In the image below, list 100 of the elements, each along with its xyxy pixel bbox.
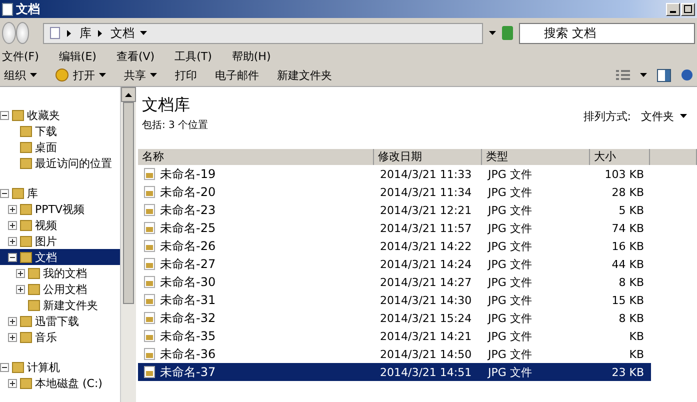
file-row[interactable]: 未命名-31 2014/3/21 14:30 JPG 文件 15 KB bbox=[138, 291, 651, 309]
menu-item[interactable]: 查看(V) bbox=[116, 48, 155, 64]
image-file-icon bbox=[144, 312, 155, 324]
tree-item[interactable]: 本地磁盘 (C:) bbox=[0, 375, 120, 391]
file-row[interactable]: 未命名-32 2014/3/21 15:24 JPG 文件 8 KB bbox=[138, 309, 651, 327]
tree-item[interactable]: 我的文档 bbox=[0, 265, 120, 281]
file-type: JPG 文件 bbox=[486, 238, 533, 254]
folder-icon bbox=[20, 204, 32, 214]
help-icon[interactable] bbox=[681, 69, 693, 81]
file-row[interactable]: 未命名-26 2014/3/21 14:22 JPG 文件 16 KB bbox=[138, 237, 651, 255]
collapse-icon[interactable] bbox=[0, 362, 9, 372]
dropdown-icon[interactable] bbox=[489, 30, 496, 36]
view-icon[interactable] bbox=[616, 70, 630, 80]
tree-item[interactable]: 公用文档 bbox=[0, 281, 120, 297]
toolbar-button[interactable]: 共享 bbox=[124, 68, 157, 82]
column-header[interactable]: 类型 bbox=[482, 149, 590, 165]
image-file-icon bbox=[144, 186, 155, 198]
expand-icon[interactable] bbox=[16, 284, 25, 294]
tree-item[interactable]: 库 bbox=[0, 185, 120, 201]
caret-icon bbox=[150, 72, 157, 78]
file-row[interactable]: 未命名-23 2014/3/21 12:21 JPG 文件 5 KB bbox=[138, 201, 651, 219]
address-bar[interactable]: 库 文档 bbox=[43, 22, 484, 44]
file-row[interactable]: 未命名-27 2014/3/21 14:24 JPG 文件 44 KB bbox=[138, 255, 651, 273]
file-row[interactable]: 未命名-19 2014/3/21 11:33 JPG 文件 103 KB bbox=[138, 165, 651, 183]
folder-icon bbox=[20, 252, 32, 262]
file-row[interactable]: 未命名-36 2014/3/21 14:50 JPG 文件 KB bbox=[138, 345, 651, 363]
file-row[interactable]: 未命名-20 2014/3/21 11:34 JPG 文件 28 KB bbox=[138, 183, 651, 201]
toolbar-button[interactable]: 新建文件夹 bbox=[277, 68, 332, 82]
collapse-icon[interactable] bbox=[0, 188, 9, 198]
file-row[interactable]: 未命名-37 2014/3/21 14:51 JPG 文件 23 KB bbox=[138, 363, 651, 381]
toolbar-button[interactable]: 打开 bbox=[55, 68, 106, 82]
tree-item[interactable]: 音乐 bbox=[0, 329, 120, 345]
file-row[interactable]: 未命名-35 2014/3/21 14:21 JPG 文件 KB bbox=[138, 327, 651, 345]
tree-item[interactable]: 桌面 bbox=[0, 139, 120, 155]
expand-icon[interactable] bbox=[8, 316, 17, 326]
tree-item[interactable]: 文档 bbox=[0, 249, 120, 265]
tree-item-label: 新建文件夹 bbox=[43, 298, 98, 312]
tree-item[interactable]: 新建文件夹 bbox=[0, 297, 120, 313]
file-size: 8 KB bbox=[618, 312, 645, 324]
file-size: 8 KB bbox=[618, 276, 645, 288]
tree-item[interactable]: 收藏夹 bbox=[0, 107, 120, 123]
back-button[interactable] bbox=[2, 22, 16, 44]
tree-item-label: 最近访问的位置 bbox=[35, 156, 112, 170]
file-name: 未命名-26 bbox=[160, 238, 216, 254]
forward-button[interactable] bbox=[16, 22, 30, 44]
maximize-button[interactable] bbox=[681, 2, 695, 16]
preview-pane-icon[interactable] bbox=[657, 68, 671, 82]
expand-icon[interactable] bbox=[8, 204, 17, 214]
menu-item[interactable]: 工具(T) bbox=[174, 48, 212, 64]
file-row[interactable]: 未命名-30 2014/3/21 14:27 JPG 文件 8 KB bbox=[138, 273, 651, 291]
collapse-icon[interactable] bbox=[0, 110, 9, 120]
file-date: 2014/3/21 14:50 bbox=[379, 348, 473, 360]
expand-icon[interactable] bbox=[8, 220, 17, 230]
tree-item[interactable]: 最近访问的位置 bbox=[0, 155, 120, 171]
tree-item[interactable]: 图片 bbox=[0, 233, 120, 249]
arrange-label: 排列方式: bbox=[583, 109, 631, 124]
file-type: JPG 文件 bbox=[486, 310, 533, 326]
column-header[interactable]: 大小 bbox=[590, 149, 650, 165]
tree-item[interactable]: 迅雷下载 bbox=[0, 313, 120, 329]
tree-item[interactable]: 视频 bbox=[0, 217, 120, 233]
file-date: 2014/3/21 14:21 bbox=[379, 330, 473, 342]
window-title: 文档 bbox=[16, 0, 40, 18]
menu-item[interactable]: 文件(F) bbox=[2, 48, 39, 64]
column-header[interactable]: 名称 bbox=[138, 149, 374, 165]
toolbar-button[interactable]: 打印 bbox=[175, 68, 197, 82]
expand-icon[interactable] bbox=[8, 236, 17, 246]
search-field[interactable]: 搜索 文档 bbox=[518, 22, 695, 44]
file-size: 44 KB bbox=[610, 258, 645, 270]
breadcrumb-item[interactable]: 文档 bbox=[110, 24, 134, 42]
file-size: 23 KB bbox=[610, 366, 645, 378]
minimize-button[interactable] bbox=[666, 2, 680, 16]
menu-item[interactable]: 帮助(H) bbox=[232, 48, 271, 64]
folder-icon bbox=[20, 142, 32, 152]
chevron-icon bbox=[97, 30, 104, 36]
scrollbar-thumb[interactable] bbox=[123, 102, 134, 304]
expand-icon[interactable] bbox=[8, 378, 17, 388]
caret-icon[interactable] bbox=[640, 72, 647, 78]
scrollbar[interactable] bbox=[120, 87, 136, 402]
toolbar-button[interactable]: 组织 bbox=[4, 68, 37, 82]
expand-icon[interactable] bbox=[8, 332, 17, 342]
breadcrumb-item[interactable]: 库 bbox=[79, 24, 92, 42]
expand-icon[interactable] bbox=[16, 268, 25, 278]
file-size: 28 KB bbox=[610, 186, 645, 198]
collapse-icon[interactable] bbox=[8, 252, 17, 262]
tree-item-label: 公用文档 bbox=[43, 282, 87, 296]
menu-item[interactable]: 编辑(E) bbox=[58, 48, 96, 64]
tree-item[interactable]: 下载 bbox=[0, 123, 120, 139]
toolbar-button[interactable]: 电子邮件 bbox=[215, 68, 259, 82]
open-icon bbox=[55, 68, 69, 82]
scroll-up-button[interactable] bbox=[121, 87, 136, 102]
column-header[interactable]: 修改日期 bbox=[374, 149, 482, 165]
minimize-icon bbox=[670, 10, 676, 12]
caret-icon bbox=[99, 72, 106, 78]
folder-icon bbox=[12, 110, 24, 120]
tree-item[interactable]: 计算机 bbox=[0, 359, 120, 375]
tree-item[interactable]: PPTV视频 bbox=[0, 201, 120, 217]
arrange-dropdown[interactable]: 文件夹 bbox=[641, 109, 687, 124]
window-icon bbox=[2, 2, 13, 16]
file-date: 2014/3/21 11:34 bbox=[379, 186, 473, 198]
file-row[interactable]: 未命名-25 2014/3/21 11:57 JPG 文件 74 KB bbox=[138, 219, 651, 237]
